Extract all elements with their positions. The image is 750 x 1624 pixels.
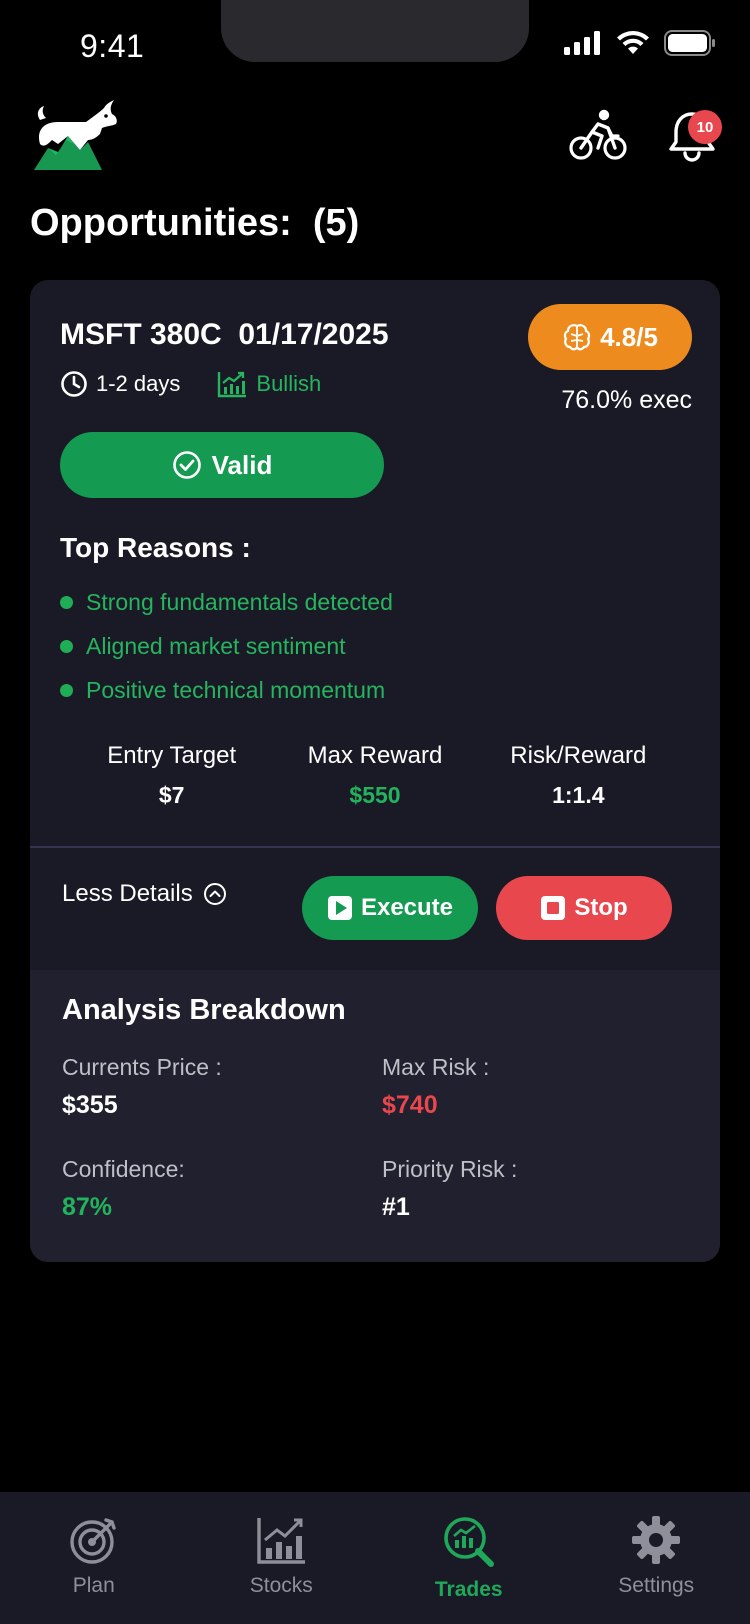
status-time: 9:41: [80, 28, 145, 64]
ai-score-value: 4.8/5: [600, 321, 658, 352]
stat-value: $7: [158, 782, 185, 808]
chevron-up-circle-icon: [203, 883, 226, 905]
stat-value: $550: [349, 782, 401, 808]
stat-label: Risk/Reward: [510, 742, 647, 769]
stat-value: 1:1.4: [552, 782, 605, 808]
metric-label: Priority Risk :: [382, 1156, 518, 1182]
page-title: Opportunities: (5): [30, 202, 360, 244]
bullet-dot: [60, 595, 73, 609]
sentiment-meta: Bullish: [216, 370, 321, 398]
contract-title: MSFT 380C 01/17/2025: [60, 318, 389, 351]
stop-label: Stop: [574, 894, 628, 921]
max-risk-cell: Max Risk : $740: [382, 1054, 489, 1120]
reason-text: Aligned market sentiment: [86, 632, 346, 659]
tab-stocks[interactable]: Stocks: [188, 1492, 376, 1624]
opportunity-card: MSFT 380C 01/17/2025 1-2 days Bullish 4.…: [30, 280, 720, 1262]
bull-logo-icon: [34, 100, 117, 170]
wifi-icon: [617, 31, 649, 54]
bar-chart-icon: [257, 1518, 306, 1564]
duration-meta: 1-2 days: [60, 370, 180, 398]
metric-label: Confidence:: [62, 1156, 185, 1182]
metric-value: 87%: [62, 1193, 113, 1221]
tab-label: Trades: [434, 1578, 503, 1601]
brain-icon: [563, 324, 591, 351]
tab-plan[interactable]: Plan: [0, 1492, 188, 1624]
metric-value: #1: [382, 1193, 410, 1221]
ai-score-badge: 4.8/5: [528, 304, 692, 370]
bullet-dot: [60, 639, 73, 653]
tab-trades[interactable]: Trades: [375, 1492, 563, 1624]
less-details-label: Less Details: [62, 880, 193, 907]
reason-item: Aligned market sentiment: [60, 624, 393, 668]
cellular-signal-icon: [564, 31, 600, 55]
max-reward-stat: Max Reward $550: [273, 742, 476, 809]
sentiment-text: Bullish: [256, 371, 322, 396]
execute-button[interactable]: Execute: [302, 876, 478, 940]
reason-item: Strong fundamentals detected: [60, 580, 393, 624]
metric-label: Currents Price :: [62, 1054, 222, 1080]
card-meta-row: 1-2 days Bullish: [60, 370, 321, 398]
cyclist-icon[interactable]: [568, 106, 628, 166]
execute-label: Execute: [360, 894, 454, 921]
exec-rate: 76.0% exec: [561, 386, 692, 414]
stop-button[interactable]: Stop: [496, 876, 672, 940]
valid-status-button[interactable]: Valid: [60, 432, 384, 498]
valid-label: Valid: [211, 449, 273, 480]
stop-icon: [541, 896, 566, 920]
bullet-dot: [60, 683, 73, 697]
play-icon: [327, 896, 352, 920]
top-reasons-title: Top Reasons :: [60, 532, 251, 563]
reason-text: Positive technical momentum: [86, 676, 386, 703]
metric-value: $355: [62, 1091, 118, 1119]
battery-icon: [664, 30, 715, 56]
top-reasons-list: Strong fundamentals detected Aligned mar…: [60, 580, 393, 712]
risk-reward-stat: Risk/Reward 1:1.4: [477, 742, 680, 809]
metric-value: $740: [382, 1091, 438, 1119]
analysis-breakdown: Analysis Breakdown Currents Price : $355…: [30, 970, 720, 1262]
target-icon: [70, 1518, 116, 1564]
status-icons: [564, 30, 716, 56]
gear-icon: [632, 1516, 681, 1564]
card-divider: [30, 846, 720, 848]
clock-icon: [61, 371, 87, 397]
device-notch: [221, 0, 529, 62]
analysis-title: Analysis Breakdown: [62, 994, 346, 1026]
less-details-toggle[interactable]: Less Details: [62, 874, 227, 914]
entry-target-stat: Entry Target $7: [70, 742, 273, 809]
tab-label: Stocks: [249, 1574, 313, 1597]
reason-text: Strong fundamentals detected: [86, 588, 393, 615]
trades-search-icon: [443, 1517, 494, 1567]
reason-item: Positive technical momentum: [60, 668, 393, 712]
confidence-cell: Confidence: 87%: [62, 1156, 185, 1222]
metric-label: Max Risk :: [382, 1054, 490, 1080]
duration-text: 1-2 days: [96, 371, 181, 396]
tab-label: Plan: [72, 1574, 115, 1597]
notification-badge: 10: [688, 110, 722, 144]
status-bar: 9:41: [0, 0, 750, 90]
stat-label: Entry Target: [107, 742, 237, 769]
check-circle-icon: [172, 451, 201, 479]
current-price-cell: Currents Price : $355: [62, 1054, 222, 1120]
bottom-tab-bar: Plan Stocks Trades Settings: [0, 1492, 750, 1624]
tab-settings[interactable]: Settings: [563, 1492, 750, 1624]
stat-label: Max Reward: [307, 742, 443, 769]
priority-risk-cell: Priority Risk : #1: [382, 1156, 517, 1222]
tab-label: Settings: [618, 1574, 695, 1597]
trade-stats: Entry Target $7 Max Reward $550 Risk/Rew…: [70, 742, 680, 809]
trend-chart-icon: [218, 371, 247, 398]
